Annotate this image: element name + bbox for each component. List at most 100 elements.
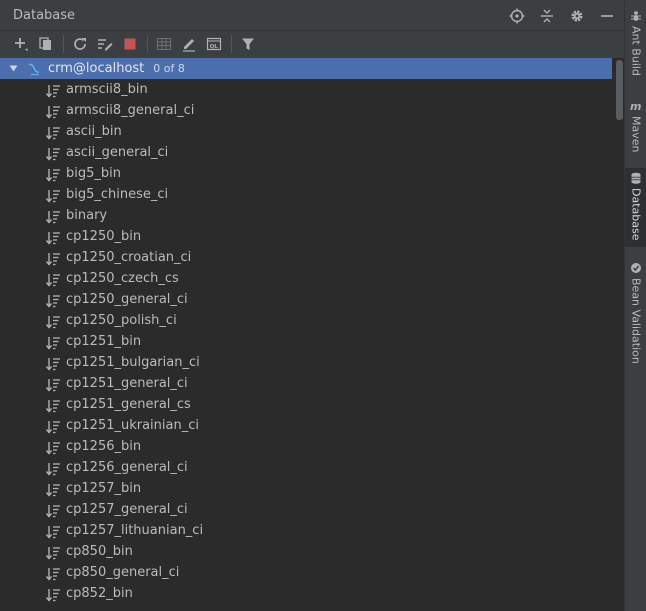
collation-label: cp850_bin: [66, 544, 133, 559]
collation-item[interactable]: cp1257_general_ci: [0, 499, 612, 520]
collation-item[interactable]: ascii_general_ci: [0, 142, 612, 163]
collation-label: cp1250_croatian_ci: [66, 250, 192, 265]
collation-label: cp1257_bin: [66, 481, 142, 496]
collation-item[interactable]: cp1256_bin: [0, 436, 612, 457]
tab-maven[interactable]: m Maven: [625, 96, 646, 152]
collation-sort-icon: [45, 230, 61, 245]
svg-text:QL: QL: [210, 44, 219, 50]
collation-sort-icon: [45, 125, 61, 140]
database-tree[interactable]: crm@localhost 0 of 8 armscii8_bin armscii…: [0, 58, 624, 611]
collation-item[interactable]: cp1256_general_ci: [0, 457, 612, 478]
collation-sort-icon: [45, 251, 61, 266]
collation-sort-icon: [45, 377, 61, 392]
collation-label: cp852_bin: [66, 586, 133, 601]
vertical-scrollbar[interactable]: [614, 58, 624, 611]
collation-label: cp1250_bin: [66, 229, 142, 244]
duplicate-icon[interactable]: [35, 33, 57, 55]
collation-sort-icon: [45, 524, 61, 539]
collation-list: armscii8_bin armscii8_general_ci ascii_bin…: [0, 79, 612, 604]
collation-label: cp1250_general_ci: [66, 292, 188, 307]
collation-label: cp1257_general_ci: [66, 502, 188, 517]
collation-item[interactable]: cp1251_ukrainian_ci: [0, 415, 612, 436]
collation-item[interactable]: cp1250_general_ci: [0, 289, 612, 310]
collation-label: cp1251_general_ci: [66, 376, 188, 391]
collation-item[interactable]: binary: [0, 205, 612, 226]
settings-gear-icon[interactable]: [566, 5, 588, 27]
minimize-icon[interactable]: [596, 5, 618, 27]
collation-sort-icon: [45, 566, 61, 581]
edit-schema-icon[interactable]: [94, 33, 116, 55]
collation-sort-icon: [45, 146, 61, 161]
collation-item[interactable]: cp1251_general_cs: [0, 394, 612, 415]
collation-label: cp1251_bin: [66, 334, 142, 349]
collation-label: ascii_bin: [66, 124, 122, 139]
collation-label: big5_bin: [66, 166, 121, 181]
collation-label: cp850_general_ci: [66, 565, 180, 580]
collation-sort-icon: [45, 440, 61, 455]
collation-item[interactable]: cp1251_general_ci: [0, 373, 612, 394]
database-tool-window: Database QL crm@localhost 0 of 8 armscii…: [0, 0, 624, 611]
collapse-all-icon[interactable]: [536, 5, 558, 27]
datasource-name: crm@localhost: [48, 61, 145, 76]
collation-sort-icon: [45, 104, 61, 119]
toolbar-divider: [147, 35, 148, 53]
tab-label: Database: [629, 188, 643, 241]
collation-item[interactable]: cp1250_polish_ci: [0, 310, 612, 331]
toolbar-divider: [231, 35, 232, 53]
tab-label: Ant Build: [629, 26, 643, 76]
table-icon[interactable]: [153, 33, 175, 55]
header-actions: [506, 5, 618, 27]
collation-sort-icon: [45, 335, 61, 350]
collation-item[interactable]: cp1251_bulgarian_ci: [0, 352, 612, 373]
collation-sort-icon: [45, 209, 61, 224]
expand-arrow-icon[interactable]: [9, 64, 18, 73]
tree-root-datasource[interactable]: crm@localhost 0 of 8: [0, 58, 612, 79]
collation-label: cp1256_general_ci: [66, 460, 188, 475]
collation-item[interactable]: ascii_bin: [0, 121, 612, 142]
collation-item[interactable]: cp850_general_ci: [0, 562, 612, 583]
refresh-icon[interactable]: [69, 33, 91, 55]
collation-label: cp1257_lithuanian_ci: [66, 523, 204, 538]
collation-label: cp1251_ukrainian_ci: [66, 418, 199, 433]
edit-pencil-icon[interactable]: [178, 33, 200, 55]
collation-sort-icon: [45, 356, 61, 371]
collation-item[interactable]: cp1250_czech_cs: [0, 268, 612, 289]
collation-item[interactable]: armscii8_bin: [0, 79, 612, 100]
collation-label: armscii8_bin: [66, 82, 148, 97]
collation-label: ascii_general_ci: [66, 145, 169, 160]
collation-item[interactable]: big5_bin: [0, 163, 612, 184]
collation-item[interactable]: cp1257_lithuanian_ci: [0, 520, 612, 541]
tab-ant-build[interactable]: Ant Build: [625, 6, 646, 76]
collation-sort-icon: [45, 545, 61, 560]
stop-icon[interactable]: [119, 33, 141, 55]
toolbar-divider: [63, 35, 64, 53]
collation-sort-icon: [45, 461, 61, 476]
collation-sort-icon: [45, 167, 61, 182]
sql-console-icon[interactable]: QL: [203, 33, 225, 55]
collation-item[interactable]: cp1251_bin: [0, 331, 612, 352]
tab-database[interactable]: Database: [625, 168, 646, 247]
collation-item[interactable]: cp850_bin: [0, 541, 612, 562]
svg-text:m: m: [630, 100, 641, 112]
add-icon[interactable]: [10, 33, 32, 55]
collation-label: cp1250_czech_cs: [66, 271, 179, 286]
collation-label: binary: [66, 208, 108, 223]
collation-item[interactable]: cp1250_bin: [0, 226, 612, 247]
collation-item[interactable]: cp852_bin: [0, 583, 612, 604]
collation-item[interactable]: cp1257_bin: [0, 478, 612, 499]
scrollbar-thumb[interactable]: [616, 60, 623, 120]
collation-sort-icon: [45, 482, 61, 497]
locate-icon[interactable]: [506, 5, 528, 27]
schema-count: 0 of 8: [153, 62, 185, 75]
filter-icon[interactable]: [237, 33, 259, 55]
collation-item[interactable]: cp1250_croatian_ci: [0, 247, 612, 268]
collation-label: cp1251_bulgarian_ci: [66, 355, 200, 370]
collation-label: cp1256_bin: [66, 439, 142, 454]
collation-label: armscii8_general_ci: [66, 103, 195, 118]
collation-sort-icon: [45, 314, 61, 329]
collation-item[interactable]: armscii8_general_ci: [0, 100, 612, 121]
collation-sort-icon: [45, 398, 61, 413]
collation-item[interactable]: big5_chinese_ci: [0, 184, 612, 205]
ant-icon: [631, 11, 641, 21]
tab-bean-validation[interactable]: Bean Validation: [625, 258, 646, 364]
